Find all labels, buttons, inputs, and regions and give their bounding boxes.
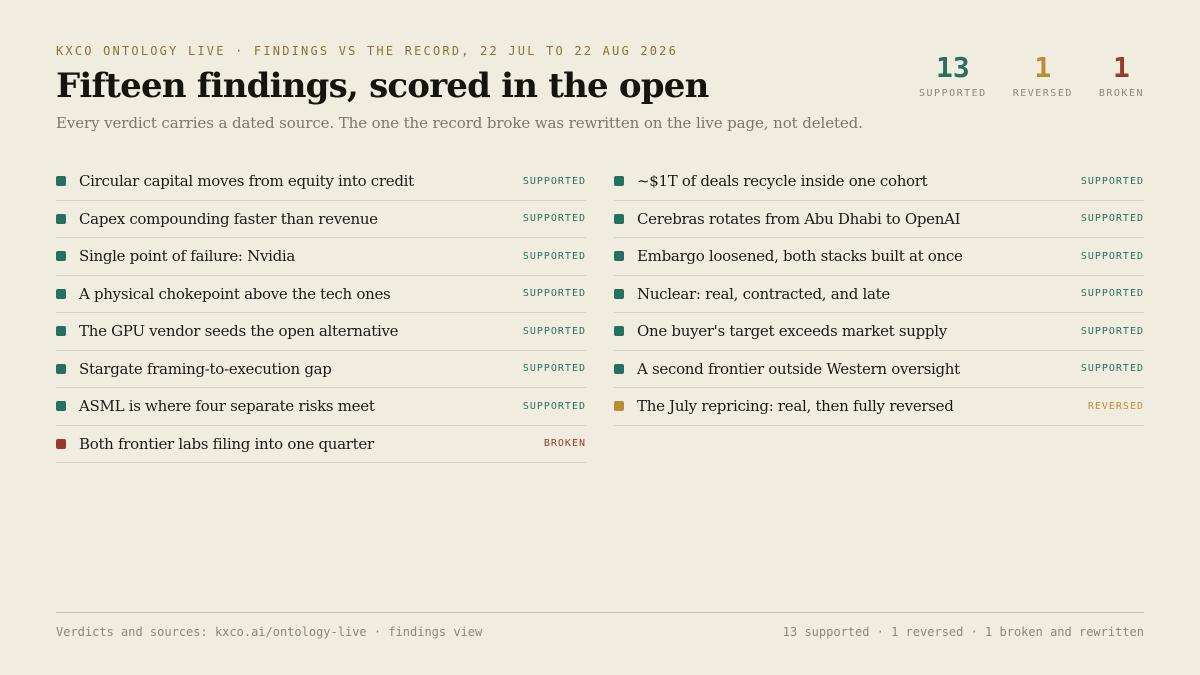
stat-broken-label: BROKEN	[1098, 88, 1144, 99]
finding-row: Embargo loosened, both stacks built at o…	[614, 238, 1144, 276]
finding-text: The July repricing: real, then fully rev…	[637, 397, 954, 416]
finding-status-badge: SUPPORTED	[1080, 175, 1144, 187]
finding-text: The GPU vendor seeds the open alternativ…	[79, 322, 399, 341]
status-square-icon	[614, 363, 624, 374]
finding-status-badge: REVERSED	[1087, 400, 1144, 412]
status-square-icon	[614, 326, 624, 337]
status-square-icon	[56, 176, 66, 187]
finding-row: A second frontier outside Western oversi…	[614, 351, 1144, 388]
stat-reversed: 1 REVERSED	[1012, 51, 1073, 100]
finding-text: Single point of failure: Nvidia	[79, 247, 296, 266]
status-square-icon	[614, 213, 624, 224]
finding-row: Both frontier labs filing into one quart…	[56, 426, 586, 463]
stat-broken: 1 BROKEN	[1098, 51, 1144, 100]
stat-broken-value: 1	[1113, 51, 1130, 84]
stat-reversed-label: REVERSED	[1012, 88, 1073, 99]
finding-status-badge: SUPPORTED	[522, 325, 586, 337]
status-square-icon	[614, 401, 624, 412]
finding-row: ASML is where four separate risks meet SU…	[56, 388, 586, 426]
status-square-icon	[614, 251, 624, 262]
findings-grid: Circular capital moves from equity into …	[56, 163, 1144, 463]
finding-row: The GPU vendor seeds the open alternativ…	[56, 313, 586, 351]
finding-status-badge: SUPPORTED	[1080, 213, 1144, 225]
eyebrow-label: KXCO ONTOLOGY LIVE · FINDINGS VS THE REC…	[56, 44, 679, 58]
status-square-icon	[56, 401, 66, 412]
status-square-icon	[56, 326, 66, 337]
finding-text: Embargo loosened, both stacks built at o…	[637, 247, 963, 266]
page-title: Fifteen findings, scored in the open	[56, 66, 709, 106]
page-subtitle: Every verdict carries a dated source. Th…	[56, 114, 863, 132]
finding-text: Stargate framing-to-execution gap	[79, 359, 332, 378]
finding-row: Stargate framing-to-execution gap SUPPORT…	[56, 351, 586, 388]
finding-status-badge: SUPPORTED	[522, 175, 586, 187]
findings-column-left: Circular capital moves from equity into …	[56, 163, 586, 463]
status-square-icon	[56, 251, 66, 262]
finding-status-badge: SUPPORTED	[1080, 363, 1144, 375]
finding-status-badge: SUPPORTED	[522, 250, 586, 262]
footer: Verdicts and sources: kxco.ai/ontology-l…	[56, 612, 1144, 639]
status-square-icon	[56, 438, 66, 449]
status-square-icon	[56, 288, 66, 299]
finding-text: One buyer's target exceeds market supply	[637, 322, 947, 341]
finding-text: A physical chokepoint above the tech one…	[79, 284, 391, 303]
stat-supported-value: 13	[936, 51, 970, 84]
finding-row: Nuclear: real, contracted, and late SUPPO…	[614, 276, 1144, 313]
finding-text: Both frontier labs filing into one quart…	[79, 434, 374, 453]
finding-text: Cerebras rotates from Abu Dhabi to OpenA…	[637, 209, 961, 228]
footer-source: Verdicts and sources: kxco.ai/ontology-l…	[56, 625, 483, 639]
finding-text: ASML is where four separate risks meet	[79, 397, 375, 416]
finding-row: Circular capital moves from equity into …	[56, 163, 586, 201]
finding-row: A physical chokepoint above the tech one…	[56, 276, 586, 313]
status-square-icon	[614, 288, 624, 299]
finding-status-badge: SUPPORTED	[1080, 288, 1144, 300]
stats-summary: 13 SUPPORTED 1 REVERSED 1 BROKEN	[919, 51, 1144, 100]
finding-row: Single point of failure: Nvidia SUPPORTED	[56, 238, 586, 276]
stat-supported: 13 SUPPORTED	[919, 51, 987, 100]
stat-reversed-value: 1	[1034, 51, 1052, 84]
finding-row: ~$1T of deals recycle inside one cohort S…	[614, 163, 1144, 201]
finding-row: One buyer's target exceeds market supply…	[614, 313, 1144, 351]
finding-row: The July repricing: real, then fully rev…	[614, 388, 1144, 426]
status-square-icon	[56, 213, 66, 224]
status-square-icon	[614, 176, 624, 187]
finding-status-badge: SUPPORTED	[522, 288, 586, 300]
finding-status-badge: SUPPORTED	[522, 363, 586, 375]
finding-status-badge: BROKEN	[543, 438, 586, 450]
finding-status-badge: SUPPORTED	[522, 400, 586, 412]
status-square-icon	[56, 363, 66, 374]
findings-column-right: ~$1T of deals recycle inside one cohort S…	[614, 163, 1144, 463]
finding-status-badge: SUPPORTED	[1080, 250, 1144, 262]
finding-row: Capex compounding faster than revenue SUP…	[56, 201, 586, 238]
footer-summary: 13 supported · 1 reversed · 1 broken and…	[782, 625, 1144, 639]
finding-row: Cerebras rotates from Abu Dhabi to OpenA…	[614, 201, 1144, 238]
finding-text: A second frontier outside Western oversi…	[637, 359, 960, 378]
finding-status-badge: SUPPORTED	[522, 213, 586, 225]
finding-text: ~$1T of deals recycle inside one cohort	[637, 172, 928, 191]
finding-text: Nuclear: real, contracted, and late	[637, 284, 890, 303]
finding-text: Circular capital moves from equity into …	[79, 172, 414, 191]
finding-text: Capex compounding faster than revenue	[79, 209, 378, 228]
finding-status-badge: SUPPORTED	[1080, 325, 1144, 337]
stat-supported-label: SUPPORTED	[919, 88, 987, 99]
